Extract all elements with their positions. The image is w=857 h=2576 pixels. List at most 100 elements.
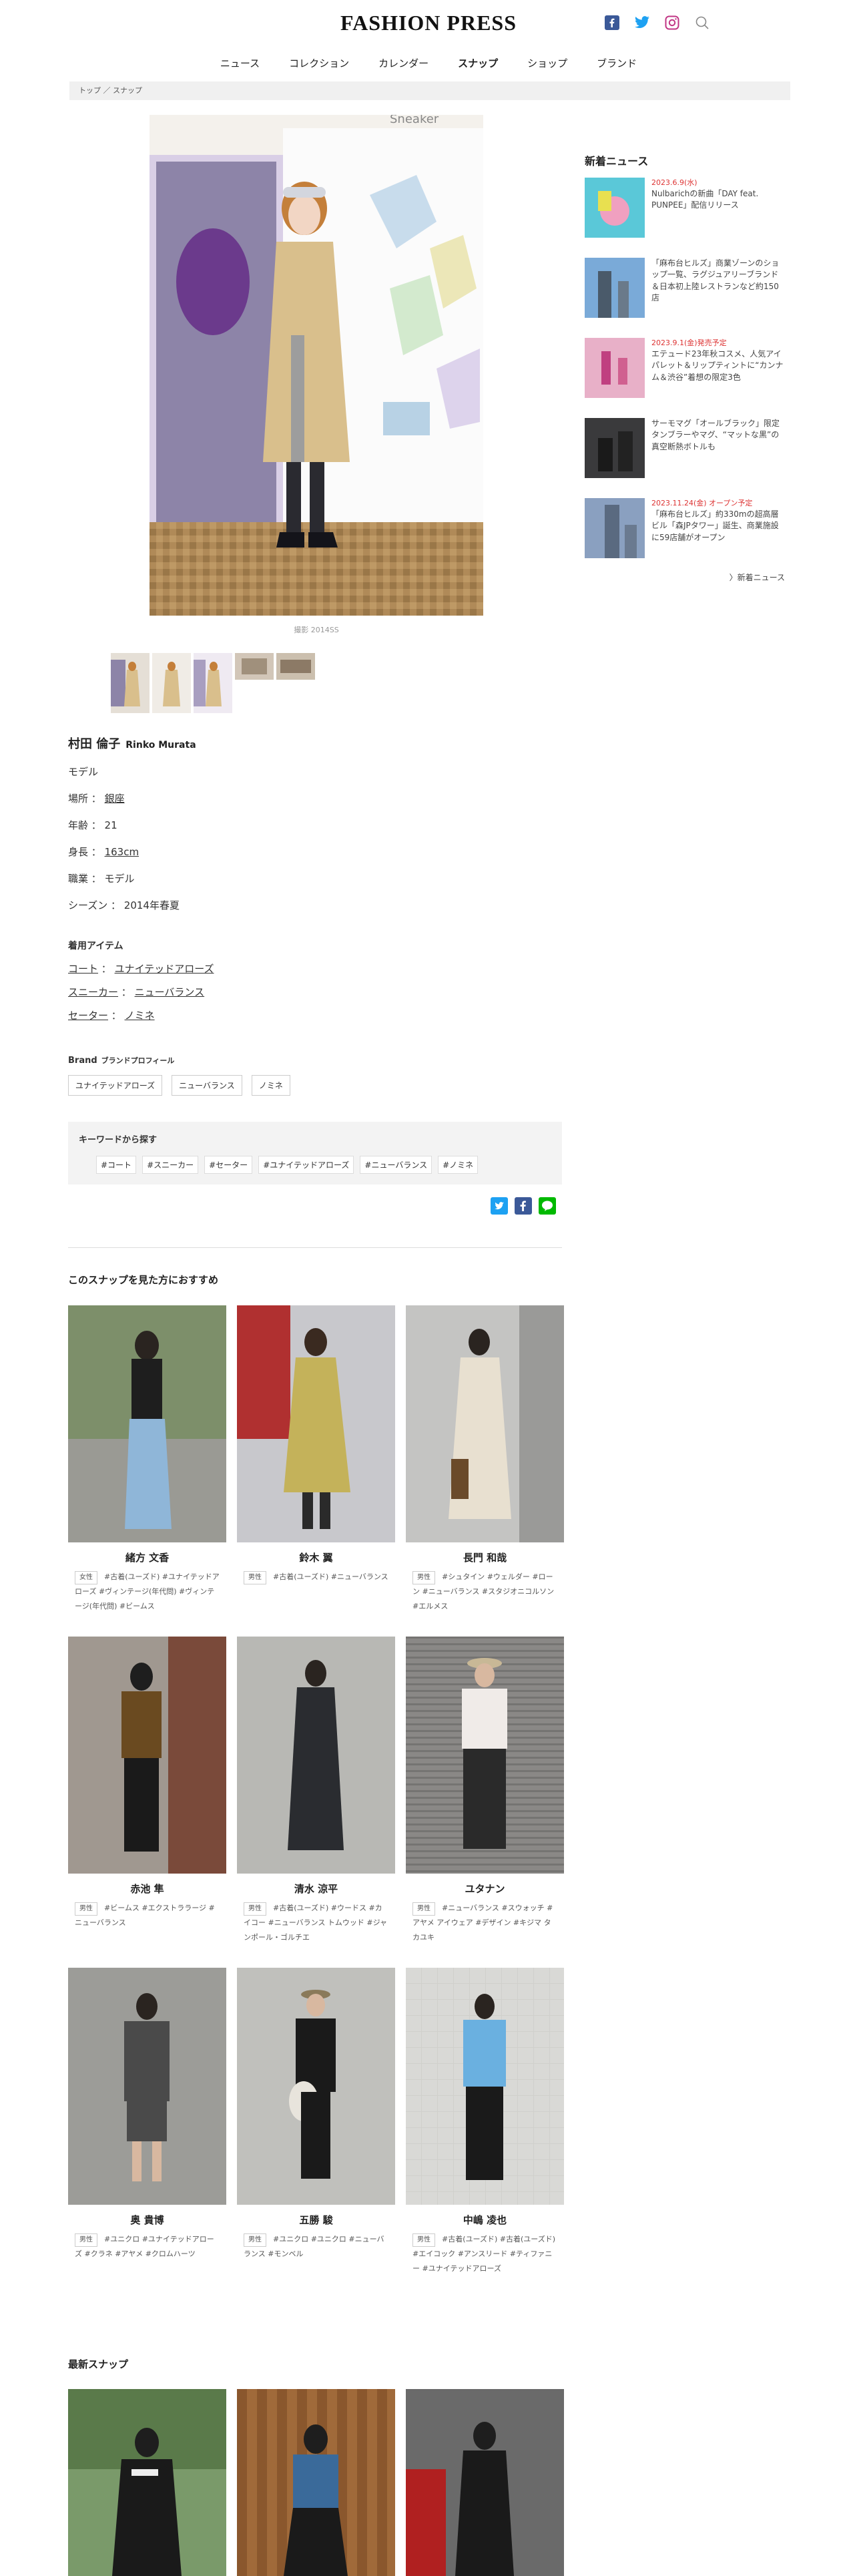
nav-news[interactable]: ニュース [220, 56, 260, 70]
twitter-share-icon[interactable] [491, 1197, 508, 1215]
news-headline[interactable]: サーモマグ「オールブラック」限定タンブラーやマグ、“マットな黒”の真空断熱ボトル… [651, 418, 785, 453]
svg-text:Sneaker: Sneaker [390, 115, 439, 126]
snap-card-image[interactable] [406, 1968, 564, 2205]
item-brand-link[interactable]: ノミネ [125, 1010, 155, 1022]
header-icons [604, 15, 710, 31]
nav-snap[interactable]: スナップ [458, 56, 498, 70]
item-link[interactable]: セーター [68, 1010, 108, 1022]
snap-card[interactable]: 緒方 文香 女性 #古着(ユーズド) #ユナイテッドアローズ #ヴィンテージ(年代… [68, 1305, 226, 1637]
item-brand-link[interactable]: ニューバランス [135, 986, 205, 998]
item-link[interactable]: コート [68, 963, 98, 975]
snap-card-name[interactable]: 清水 涼平 [237, 1882, 395, 1896]
keyword-tag[interactable]: #コート [96, 1156, 137, 1174]
keyword-tag[interactable]: #ノミネ [438, 1156, 479, 1174]
snap-card[interactable]: 鈴木 翼 男性 #古着(ユーズド) #ニューバランス [237, 1305, 395, 1637]
snap-card[interactable]: 奥 貴博 男性 #ユニクロ #ユナイテッドアローズ #クラネ #アヤメ #クロムハ… [68, 1968, 226, 2299]
news-thumbnail[interactable] [585, 178, 645, 238]
keyword-tag[interactable]: #ニューバランス [360, 1156, 433, 1174]
news-headline[interactable]: 「麻布台ヒルズ」約330mの超高層ビル「森JPタワー」誕生、商業施設に59店舗が… [651, 509, 785, 544]
item-row: スニーカー ： ニューバランス [68, 986, 205, 998]
news-item[interactable]: 2023.9.1(金)発売予定 エテュード23年秋コスメ、人気アイパレット＆リップ… [585, 338, 785, 409]
snap-card-image[interactable] [68, 1968, 226, 2205]
keyword-tag[interactable]: #スニーカー [142, 1156, 199, 1174]
latest-snap-image[interactable] [68, 2389, 226, 2576]
gender-badge: 女性 [75, 1571, 97, 1584]
snap-card-image[interactable] [68, 1305, 226, 1542]
brand-title-en: Brand [68, 1056, 97, 1066]
item-row: コート ： ユナイテッドアローズ [68, 963, 214, 975]
latest-snap-image[interactable] [237, 2389, 395, 2576]
gender-badge: 男性 [412, 1571, 435, 1584]
snap-card-name[interactable]: 五勝 駿 [237, 2213, 395, 2227]
snap-card-name[interactable]: 緒方 文香 [68, 1550, 226, 1564]
snap-card[interactable]: 中嶋 凌也 男性 #古着(ユーズド) #古着(ユーズド) #エイコック #アンスリ… [406, 1968, 564, 2299]
keyword-tag[interactable]: #ユナイテッドアローズ [258, 1156, 354, 1174]
nav-shop[interactable]: ショップ [527, 56, 567, 70]
search-icon[interactable] [694, 15, 710, 31]
thumbnail[interactable] [152, 653, 191, 713]
facebook-share-icon[interactable] [515, 1197, 532, 1215]
snap-card-image[interactable] [406, 1305, 564, 1542]
brand-tag[interactable]: ニューバランス [172, 1075, 242, 1096]
site-logo[interactable]: FASHION PRESS [0, 11, 857, 35]
item-brand-link[interactable]: ユナイテッドアローズ [115, 963, 214, 975]
facebook-icon[interactable] [604, 15, 620, 31]
gender-badge: 男性 [244, 2233, 266, 2247]
nav-brand[interactable]: ブランド [597, 56, 637, 70]
place-link[interactable]: 銀座 [105, 793, 125, 805]
brand-tag[interactable]: ノミネ [251, 1075, 290, 1096]
news-thumbnail[interactable] [585, 498, 645, 558]
news-headline[interactable]: エテュード23年秋コスメ、人気アイパレット＆リップティントに“カンナム＆渋谷”着… [651, 349, 785, 383]
news-headline[interactable]: Nulbarichの新曲「DAY feat. PUNPEE」配信リリース [651, 188, 785, 212]
snap-card-name[interactable]: 鈴木 翼 [237, 1550, 395, 1564]
snap-card-image[interactable] [237, 1968, 395, 2205]
height-row: 身長 ： 163cm [68, 845, 562, 859]
line-share-icon[interactable] [539, 1197, 556, 1215]
twitter-icon[interactable] [634, 15, 650, 31]
recommend-title: このスナップを見た方におすすめ [68, 1274, 219, 1286]
news-item[interactable]: サーモマグ「オールブラック」限定タンブラーやマグ、“マットな黒”の真空断熱ボトル… [585, 418, 785, 489]
snap-card[interactable]: 清水 涼平 男性 #古着(ユーズド) #ウードス #カイコー #ニューバランス ト… [237, 1637, 395, 1968]
news-text: サーモマグ「オールブラック」限定タンブラーやマグ、“マットな黒”の真空断熱ボトル… [651, 418, 785, 489]
snap-card-image[interactable] [237, 1637, 395, 1874]
snap-card[interactable]: ユタナン 男性 #ニューバランス #スウォッチ #アヤメ アイウェア #デザイン … [406, 1637, 564, 1968]
news-item[interactable]: 「麻布台ヒルズ」商業ゾーンのショップ一覧、ラグジュアリーブランド＆日本初上陸レス… [585, 258, 785, 329]
brand-tag[interactable]: ユナイテッドアローズ [68, 1075, 163, 1096]
thumbnail[interactable] [111, 653, 150, 713]
thumbnail[interactable] [235, 653, 274, 680]
news-item[interactable]: 2023.11.24(金) オープン予定 「麻布台ヒルズ」約330mの超高層ビル「… [585, 498, 785, 569]
height-link[interactable]: 163cm [105, 846, 139, 858]
nav-calendar[interactable]: カレンダー [378, 56, 429, 70]
keyword-tag[interactable]: #セーター [204, 1156, 253, 1174]
breadcrumb[interactable]: トップ ／ スナップ [69, 81, 790, 100]
person-name-ja: 村田 倫子 [68, 737, 121, 751]
snap-card[interactable]: 五勝 駿 男性 #ユニクロ #ユニクロ #ニューバランス #モンベル [237, 1968, 395, 2299]
snap-card-tags: 男性 #シュタイン #ウェルダー #ローン #ニューバランス #スタジオニコルソン… [406, 1570, 564, 1614]
news-thumbnail[interactable] [585, 418, 645, 478]
news-headline[interactable]: 「麻布台ヒルズ」商業ゾーンのショップ一覧、ラグジュアリーブランド＆日本初上陸レス… [651, 258, 785, 304]
news-thumbnail[interactable] [585, 338, 645, 398]
snap-card-image[interactable] [68, 1637, 226, 1874]
snap-card[interactable]: 長門 和哉 男性 #シュタイン #ウェルダー #ローン #ニューバランス #スタジ… [406, 1305, 564, 1637]
snap-card-image[interactable] [406, 1637, 564, 1874]
latest-snap-image[interactable] [406, 2389, 564, 2576]
snap-card-image[interactable] [237, 1305, 395, 1542]
item-link[interactable]: スニーカー [68, 986, 118, 998]
nav-collection[interactable]: コレクション [289, 56, 349, 70]
snap-card-name[interactable]: 赤池 隼 [68, 1882, 226, 1896]
snap-card-tag-text[interactable]: #古着(ユーズド) #ニューバランス [273, 1572, 388, 1581]
thumbnail[interactable] [194, 653, 232, 713]
news-thumbnail[interactable] [585, 258, 645, 318]
instagram-icon[interactable] [664, 15, 680, 31]
news-date: 2023.6.9(水) [651, 178, 697, 187]
snap-card-name[interactable]: ユタナン [406, 1882, 564, 1896]
news-item[interactable]: 2023.6.9(水) Nulbarichの新曲「DAY feat. PUNPEE… [585, 178, 785, 248]
main-snap-photo[interactable]: Sneaker [150, 115, 483, 616]
more-news-link[interactable]: 〉新着ニュース [585, 572, 785, 583]
snap-card-name[interactable]: 奥 貴博 [68, 2213, 226, 2227]
snap-card-tags: 男性 #古着(ユーズド) #ニューバランス [237, 1570, 395, 1584]
thumbnail[interactable] [276, 653, 315, 680]
snap-card[interactable]: 赤池 隼 男性 #ビームス #エクストララージ #ニューバランス [68, 1637, 226, 1968]
snap-card-name[interactable]: 中嶋 凌也 [406, 2213, 564, 2227]
snap-card-name[interactable]: 長門 和哉 [406, 1550, 564, 1564]
